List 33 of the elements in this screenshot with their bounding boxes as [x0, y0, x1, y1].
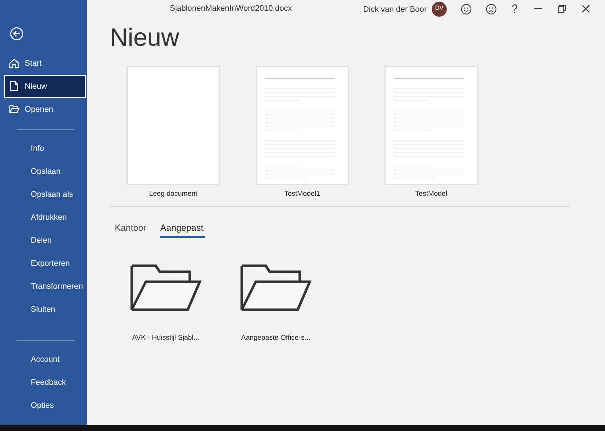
document-icon	[9, 81, 20, 92]
sidebar-item[interactable]: Account	[4, 348, 86, 371]
sidebar-item[interactable]: Afdrukken	[4, 206, 86, 229]
frown-icon[interactable]	[486, 4, 497, 14]
help-icon[interactable]	[511, 4, 519, 14]
sidebar-item[interactable]: Delen	[4, 229, 86, 252]
sidebar-item[interactable]: Openen	[4, 98, 86, 121]
template-thumbnail[interactable]	[386, 67, 477, 184]
home-icon	[9, 58, 20, 69]
user-name: Dick van der Boor	[363, 4, 427, 14]
restore-icon[interactable]	[557, 4, 567, 14]
back-button[interactable]	[9, 26, 25, 42]
sidebar-item[interactable]: Opslaan	[4, 160, 86, 183]
window-title: SjablonenMakenInWord2010.docx	[170, 4, 292, 13]
sidebar-item[interactable]: Nieuw	[4, 75, 86, 98]
sidebar-item[interactable]: Opties	[4, 394, 86, 417]
template-thumbnail[interactable]	[257, 67, 348, 184]
category-tab[interactable]: Kantoor	[114, 223, 148, 238]
folder-icon[interactable]	[130, 264, 202, 312]
template-thumbnail[interactable]	[128, 67, 219, 184]
sidebar-item[interactable]: Info	[4, 137, 86, 160]
sidebar-item[interactable]: Sluiten	[4, 298, 86, 321]
sidebar-item[interactable]: Transformeren	[4, 275, 86, 298]
page-heading: Nieuw	[110, 23, 180, 53]
sidebar-item[interactable]: Start	[4, 52, 86, 75]
sidebar-item[interactable]: Feedback	[4, 371, 86, 394]
folder-icon[interactable]	[240, 264, 312, 312]
close-icon[interactable]	[581, 4, 591, 14]
smile-icon[interactable]	[461, 4, 472, 14]
folder-icon	[9, 104, 20, 115]
sidebar-item[interactable]: Exporteren	[4, 252, 86, 275]
sidebar-item[interactable]: Opslaan als	[4, 183, 86, 206]
category-tab[interactable]: Aangepast	[160, 223, 205, 238]
